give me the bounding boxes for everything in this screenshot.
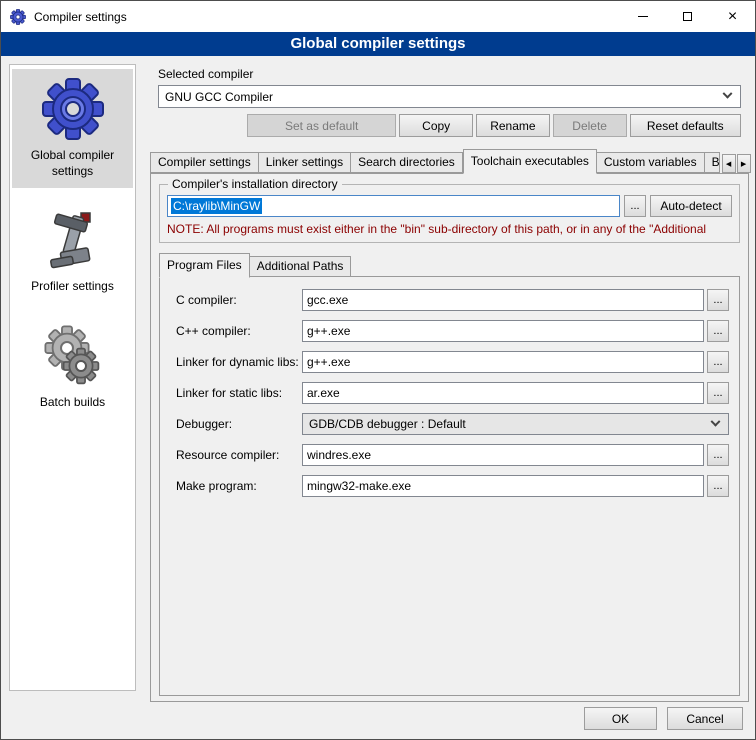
tab-additional-paths[interactable]: Additional Paths (250, 256, 352, 277)
sidebar-item-batch-builds[interactable]: Batch builds (12, 316, 133, 420)
toolchain-executables-panel: Compiler's installation directory C:\ray… (150, 173, 749, 702)
maximize-icon (683, 12, 692, 21)
installation-directory-value: C:\raylib\MinGW (171, 198, 262, 214)
tab-build[interactable]: Build (705, 152, 720, 173)
resource-compiler-label: Resource compiler: (176, 448, 302, 462)
sidebar-item-label: Global compiler settings (14, 148, 131, 179)
close-button[interactable]: × (710, 1, 755, 32)
app-icon (10, 9, 26, 25)
resource-compiler-input[interactable] (302, 444, 704, 466)
compiler-select-value: GNU GCC Compiler (165, 90, 273, 104)
installation-directory-title: Compiler's installation directory (168, 177, 342, 191)
installation-directory-input[interactable]: C:\raylib\MinGW (167, 195, 620, 217)
batch-builds-gears-icon (41, 324, 105, 388)
cpp-compiler-label: C++ compiler: (176, 324, 302, 338)
debugger-select[interactable]: GDB/CDB debugger : Default (302, 413, 729, 435)
profiler-tool-icon (41, 208, 105, 272)
compiler-actions: Set as default Copy Rename Delete Reset … (158, 114, 741, 137)
debugger-label: Debugger: (176, 417, 302, 431)
sidebar-item-profiler-settings[interactable]: Profiler settings (12, 200, 133, 304)
main-content: Selected compiler GNU GCC Compiler Set a… (146, 64, 749, 702)
field-row: C compiler: ... (176, 289, 729, 311)
installation-directory-group: Compiler's installation directory C:\ray… (159, 184, 740, 243)
dialog-footer: OK Cancel (584, 707, 743, 730)
rename-button[interactable]: Rename (476, 114, 550, 137)
page-title: Global compiler settings (1, 32, 755, 56)
minimize-icon (638, 16, 648, 17)
make-program-input[interactable] (302, 475, 704, 497)
cpp-compiler-input[interactable] (302, 320, 704, 342)
field-row: Make program: ... (176, 475, 729, 497)
auto-detect-button[interactable]: Auto-detect (650, 195, 732, 217)
copy-button[interactable]: Copy (399, 114, 473, 137)
sidebar-item-label: Batch builds (14, 395, 131, 411)
resource-compiler-browse-button[interactable]: ... (707, 444, 729, 466)
window-controls: × (620, 1, 755, 32)
field-row: Linker for dynamic libs: ... (176, 351, 729, 373)
chevron-down-icon (711, 416, 721, 426)
title-bar: Compiler settings × (1, 1, 755, 32)
cancel-button[interactable]: Cancel (667, 707, 743, 730)
installation-note: NOTE: All programs must exist either in … (167, 222, 732, 236)
cpp-compiler-browse-button[interactable]: ... (707, 320, 729, 342)
tab-program-files[interactable]: Program Files (159, 253, 250, 278)
dynamic-linker-browse-button[interactable]: ... (707, 351, 729, 373)
gear-icon (41, 77, 105, 141)
set-as-default-button[interactable]: Set as default (247, 114, 396, 137)
dynamic-linker-input[interactable] (302, 351, 704, 373)
maximize-button[interactable] (665, 1, 710, 32)
c-compiler-browse-button[interactable]: ... (707, 289, 729, 311)
static-linker-label: Linker for static libs: (176, 386, 302, 400)
installation-directory-row: C:\raylib\MinGW ... Auto-detect (167, 195, 732, 217)
make-program-browse-button[interactable]: ... (707, 475, 729, 497)
sidebar-item-global-compiler-settings[interactable]: Global compiler settings (12, 69, 133, 188)
window-title: Compiler settings (34, 10, 127, 24)
compiler-select[interactable]: GNU GCC Compiler (158, 85, 741, 108)
field-row: Linker for static libs: ... (176, 382, 729, 404)
debugger-select-value: GDB/CDB debugger : Default (309, 417, 466, 431)
ok-button[interactable]: OK (584, 707, 657, 730)
tab-scroll-arrows: ◀ ▶ (720, 154, 751, 173)
tab-scroll-right-icon[interactable]: ▶ (737, 154, 751, 173)
field-row: Debugger: GDB/CDB debugger : Default (176, 413, 729, 435)
program-files-tab-strip: Program Files Additional Paths (159, 253, 748, 277)
c-compiler-input[interactable] (302, 289, 704, 311)
delete-button[interactable]: Delete (553, 114, 627, 137)
static-linker-browse-button[interactable]: ... (707, 382, 729, 404)
settings-tab-strip: Compiler settings Linker settings Search… (150, 149, 749, 173)
field-row: Resource compiler: ... (176, 444, 729, 466)
tab-compiler-settings[interactable]: Compiler settings (150, 152, 259, 173)
tab-search-directories[interactable]: Search directories (351, 152, 463, 173)
static-linker-input[interactable] (302, 382, 704, 404)
make-program-label: Make program: (176, 479, 302, 493)
program-files-panel: C compiler: ... C++ compiler: ... Linker… (159, 276, 740, 696)
compiler-settings-dialog: Compiler settings × Global compiler sett… (0, 0, 756, 740)
tab-custom-variables[interactable]: Custom variables (597, 152, 705, 173)
selected-compiler-label: Selected compiler (158, 67, 749, 81)
dynamic-linker-label: Linker for dynamic libs: (176, 355, 302, 369)
tab-scroll-left-icon[interactable]: ◀ (722, 154, 736, 173)
close-icon: × (728, 9, 737, 25)
chevron-down-icon (723, 89, 733, 99)
installation-directory-browse-button[interactable]: ... (624, 195, 646, 217)
reset-defaults-button[interactable]: Reset defaults (630, 114, 742, 137)
minimize-button[interactable] (620, 1, 665, 32)
field-row: C++ compiler: ... (176, 320, 729, 342)
settings-category-sidebar: Global compiler settings Profiler settin… (9, 64, 136, 691)
tab-toolchain-executables[interactable]: Toolchain executables (463, 149, 597, 174)
c-compiler-label: C compiler: (176, 293, 302, 307)
tab-linker-settings[interactable]: Linker settings (259, 152, 351, 173)
sidebar-item-label: Profiler settings (14, 279, 131, 295)
